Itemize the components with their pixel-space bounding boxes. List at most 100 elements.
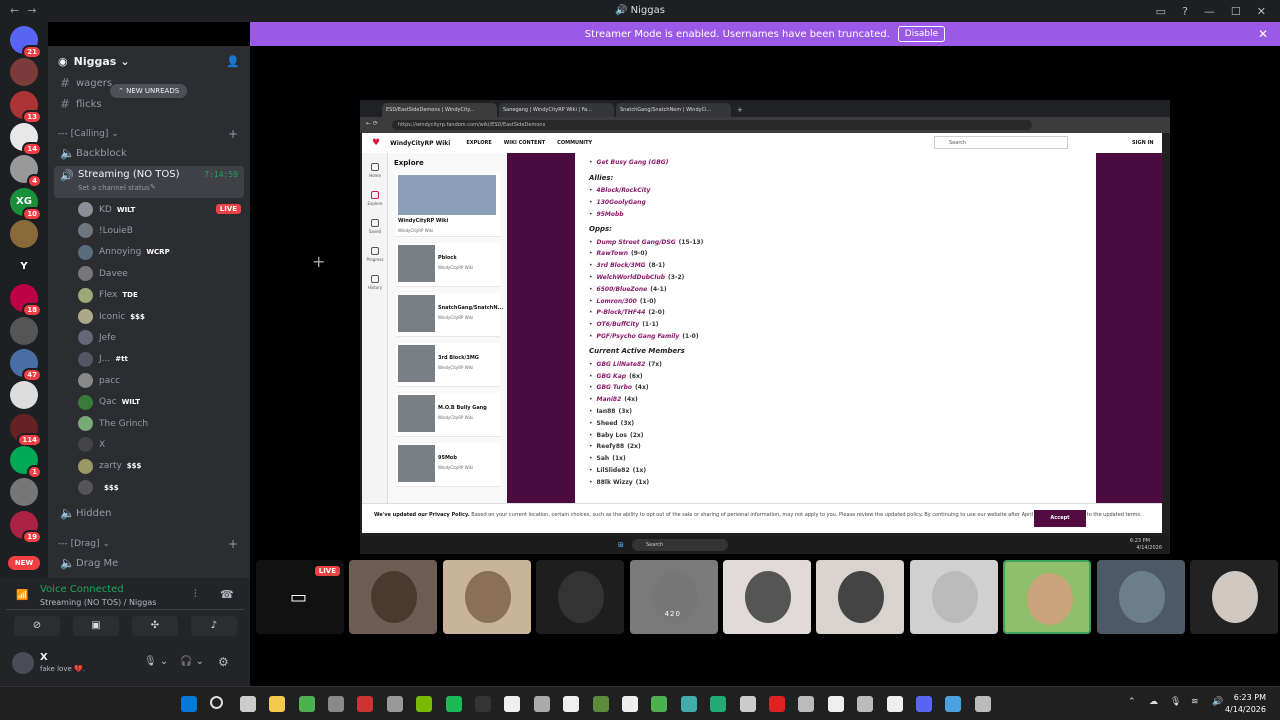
user-avatar[interactable] [12,652,34,674]
channel-backblock[interactable]: 🔈 Backblock [54,143,244,163]
rail-item[interactable]: History [365,275,385,290]
wiki-link[interactable]: Lomron/300 [597,298,637,305]
app-icon[interactable] [857,696,874,712]
app-icon[interactable] [798,696,815,712]
wifi-icon[interactable]: ≋ [1191,697,1199,707]
participant-tile[interactable] [723,560,811,634]
server-icon[interactable]: XG 10 [10,187,42,221]
app-icon[interactable] [974,696,991,712]
sign-in-link[interactable]: SIGN IN [1132,140,1154,146]
participant-tile[interactable] [909,560,998,634]
create-channel-icon[interactable]: + [228,127,238,141]
disable-streamer-mode-button[interactable]: Disable [897,26,946,42]
explore-card[interactable]: 3rd Block/3MG WindyCityRP Wiki [396,343,500,387]
adobe-icon[interactable] [769,696,785,712]
voice-user-row[interactable]: !LouieB [78,220,243,241]
channel-drag-me[interactable]: 🔈 Drag Me [54,553,244,573]
close-banner-icon[interactable]: ✕ [1258,27,1268,41]
file-explorer-icon[interactable] [269,696,286,712]
noise-suppression-icon[interactable]: ⫶ [194,589,197,600]
nav-explore[interactable]: EXPLORE [466,140,491,146]
voice-user-row[interactable]: pacc [78,370,243,391]
new-servers-pill[interactable]: NEW [8,556,40,570]
participant-tile[interactable] [536,560,625,634]
server-icon[interactable]: 14 [10,122,42,156]
server-icon[interactable]: 47 [10,349,42,382]
cloud-icon[interactable]: ☁ [1149,697,1158,707]
address-bar[interactable]: https://windycityrp.fandom.com/wiki/ESD/… [392,120,1032,130]
file-icon[interactable] [622,696,638,712]
voice-user-row[interactable]: KD WILT LIVE [78,199,243,220]
task-view-icon[interactable] [239,696,256,712]
voice-user-row[interactable]: Annoying WCRP [78,242,243,263]
browser-tab[interactable]: Sanegang | WindyCityRP Wiki | Fa... [499,103,614,117]
server-icon[interactable]: 114 [10,413,42,447]
camera-off-button[interactable]: ⊘ [14,616,60,636]
server-icon[interactable]: Y [10,252,38,281]
participant-tile[interactable] [349,560,438,634]
headphones-icon[interactable]: 🎧 ⌄ [180,656,204,667]
voice-user-row[interactable]: zarty $$$ [78,456,243,477]
guild-header[interactable]: ◉ Niggas ⌄ 👤 [48,46,250,76]
search-icon[interactable] [210,696,224,709]
app-icon[interactable] [357,696,374,712]
participant-tile[interactable] [1096,560,1185,634]
app-icon[interactable] [945,696,962,712]
explore-card[interactable]: Pblock WindyCityRP Wiki [396,243,500,287]
close-window-button[interactable]: ✕ [1257,5,1266,18]
voice-user-row[interactable]: J... #tt [78,349,243,370]
inbox-icon[interactable]: ▭ [1156,5,1166,18]
member-name[interactable]: Mani82 [597,396,622,403]
rail-item[interactable]: Home [365,163,385,178]
pencil-icon[interactable]: ✎ [150,183,156,191]
server-icon[interactable]: 19 [10,510,42,544]
new-tab-icon[interactable]: + [733,106,747,117]
help-icon[interactable]: ? [1182,5,1188,18]
add-friend-icon[interactable]: 👤 [226,55,240,68]
nav-community[interactable]: COMMUNITY [557,140,592,146]
voice-user-row[interactable]: Jefe [78,327,243,348]
epic-games-icon[interactable] [475,696,491,712]
wiki-link[interactable]: P-Block/THF44 [597,309,646,316]
signal-icon[interactable]: 📶 [16,590,28,601]
explore-card[interactable]: SnatchGang/SnatchN... WindyCityRP Wiki [396,293,503,337]
new-unreads-pill[interactable]: ⌃ NEW UNREADS [110,84,188,98]
microphone-icon[interactable]: 🎙 [1170,697,1181,707]
wiki-link[interactable]: PGF/Psycho Gang Family [597,333,680,340]
participant-tile[interactable] [1003,560,1092,634]
explore-card[interactable]: M.O.B Bully Gang WindyCityRP Wiki [396,393,500,437]
browser-tab[interactable]: ESD/EastSideDemons | WindyCity... [382,103,497,117]
member-name[interactable]: GBG Kap [597,373,627,380]
chrome-icon[interactable] [298,696,315,712]
channel-hidden[interactable]: 🔈 Hidden [54,503,244,523]
start-icon[interactable] [181,696,197,712]
file-icon[interactable] [827,696,844,712]
create-channel-icon[interactable]: + [228,537,238,551]
rail-item[interactable]: Explore [365,191,385,206]
participant-tile[interactable]: 420 [629,560,718,634]
disconnect-icon[interactable]: ☎ [220,588,234,601]
back-icon[interactable]: ← ⟳ [366,120,378,127]
wiki-link[interactable]: 4Block/RockCity [597,187,651,194]
nav-wiki-content[interactable]: WIKI CONTENT [504,140,545,146]
settings-gear-icon[interactable]: ⚙ [218,655,229,669]
server-icon[interactable] [10,219,38,248]
server-icon[interactable]: 18 [10,284,42,318]
wiki-link[interactable]: 3rd Block/3MG [597,262,646,269]
voice-user-row[interactable]: The Grinch [78,413,243,434]
wiki-link[interactable]: OT6/BuffCity [597,321,640,328]
server-icon[interactable] [10,316,38,345]
volume-icon[interactable]: 🔊 [1212,697,1223,707]
participant-tile[interactable] [442,560,531,634]
app-icon[interactable] [710,696,727,712]
voice-user-row[interactable]: $$$ [78,477,243,498]
voice-connected-channel[interactable]: Streaming (NO TOS) / Niggas [40,598,156,607]
wiki-link[interactable]: 130GoolyGang [597,199,646,206]
voice-user-row[interactable]: Qac WILT [78,392,243,413]
stream-preview-tile[interactable]: ▭ LIVE [256,560,344,634]
browser-tab[interactable]: SnatchGang/SnatchNem | WindyCi... [616,103,731,117]
chrome-icon[interactable] [651,696,668,712]
chevron-up-icon[interactable]: ⌃ [1128,697,1136,707]
wiki-link[interactable]: WelchWorldDubClub [597,274,665,281]
wiki-link[interactable]: Dump Street Gang/DSG [597,239,676,246]
